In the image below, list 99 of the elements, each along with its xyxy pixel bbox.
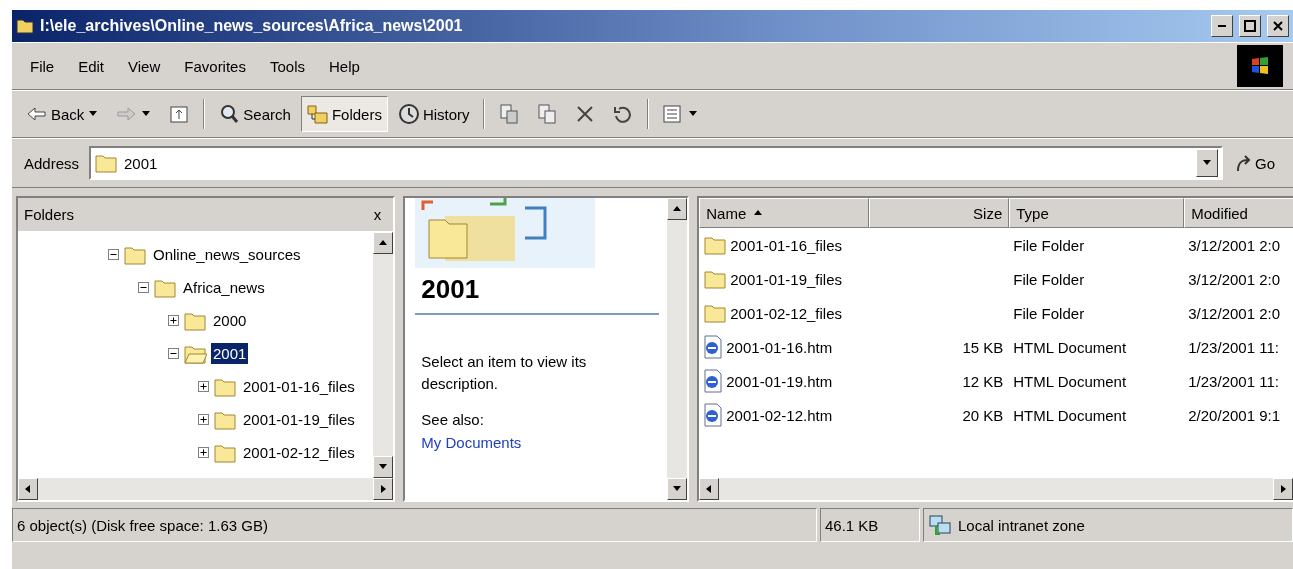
toolbar-button[interactable]: Folders bbox=[300, 96, 388, 132]
network-zone-icon bbox=[928, 513, 952, 537]
modified-cell-text: 3/12/2001 2:0 bbox=[1187, 269, 1282, 290]
tree-item[interactable]: Online_news_sources bbox=[151, 244, 303, 265]
address-label: Address bbox=[23, 154, 81, 172]
see-also-label: See also: bbox=[420, 409, 485, 428]
collapse-icon[interactable] bbox=[138, 282, 149, 293]
size-total: 46.1 KB bbox=[825, 516, 879, 534]
scroll-button[interactable] bbox=[1273, 478, 1293, 500]
tree-item[interactable]: 2001-02-12_files bbox=[241, 442, 357, 463]
folder-icon bbox=[703, 268, 728, 290]
file-name-cell[interactable]: 2001-01-16_files bbox=[699, 228, 870, 262]
copy-to-icon bbox=[535, 103, 558, 125]
column-header[interactable]: Name bbox=[699, 198, 870, 228]
folder-icon bbox=[703, 234, 728, 256]
type-cell-text: HTML Document bbox=[1012, 371, 1128, 392]
size-cell-text: 20 KB bbox=[961, 405, 1005, 426]
size-cell-text: 12 KB bbox=[961, 371, 1005, 392]
type-cell-text: HTML Document bbox=[1012, 405, 1128, 426]
toolbar-button[interactable]: Search bbox=[212, 96, 297, 132]
status-text: 6 object(s) (Disk free space: 1.63 GB) bbox=[17, 516, 268, 534]
maximize-button[interactable] bbox=[1239, 15, 1261, 37]
scroll-button[interactable] bbox=[667, 198, 688, 220]
menu-item[interactable]: Help bbox=[319, 55, 370, 77]
web-document-icon bbox=[703, 369, 724, 393]
file-name-cell[interactable]: 2001-01-19.htm bbox=[699, 364, 870, 398]
size-cell-text: 15 KB bbox=[961, 337, 1005, 358]
menu-item[interactable]: Tools bbox=[259, 55, 315, 77]
toolbar-button[interactable]: Back bbox=[20, 96, 106, 132]
folder-window-icon bbox=[16, 17, 34, 35]
go-arrow-icon bbox=[1235, 153, 1253, 173]
clock-icon bbox=[397, 103, 420, 125]
menu-item[interactable]: Favorites bbox=[174, 55, 256, 77]
scroll-button[interactable] bbox=[373, 456, 394, 478]
folder-icon bbox=[703, 302, 728, 324]
menu-item[interactable]: File bbox=[20, 55, 65, 77]
expand-icon[interactable] bbox=[198, 381, 209, 392]
modified-cell-text: 3/12/2001 2:0 bbox=[1187, 235, 1282, 256]
web-document-icon bbox=[703, 403, 724, 427]
go-button[interactable]: Go bbox=[1227, 153, 1283, 173]
pane-close-button[interactable]: x bbox=[373, 206, 382, 223]
minimize-icon bbox=[1218, 25, 1226, 27]
scroll-button[interactable] bbox=[699, 478, 720, 500]
type-cell-text: HTML Document bbox=[1012, 337, 1128, 358]
folder-icon bbox=[94, 152, 119, 174]
views-icon bbox=[661, 103, 684, 125]
scroll-button[interactable] bbox=[373, 478, 394, 500]
move-to-icon bbox=[497, 103, 520, 125]
horizontal-scrollbar[interactable] bbox=[699, 478, 1293, 500]
type-cell-text: File Folder bbox=[1012, 269, 1086, 290]
dropdown-button[interactable] bbox=[1196, 149, 1218, 177]
menu-item[interactable]: View bbox=[118, 55, 171, 77]
tree-item[interactable]: 2001-01-19_files bbox=[241, 409, 357, 430]
collapse-icon[interactable] bbox=[168, 348, 179, 359]
tree-item[interactable]: 2000 bbox=[211, 310, 249, 331]
tree-item[interactable]: Africa_news bbox=[181, 277, 267, 298]
collapse-icon[interactable] bbox=[108, 249, 119, 260]
file-name-cell[interactable]: 2001-01-16.htm bbox=[699, 330, 870, 364]
tree-item[interactable]: 2001 bbox=[211, 343, 249, 364]
folders-icon bbox=[306, 103, 329, 125]
folder-title: 2001 bbox=[415, 268, 660, 315]
my-documents-link[interactable]: My Documents bbox=[415, 427, 660, 451]
column-header[interactable]: Size bbox=[869, 198, 1010, 228]
type-cell-text: File Folder bbox=[1012, 235, 1086, 256]
pane-title: Folders bbox=[24, 206, 75, 223]
search-icon bbox=[218, 103, 241, 125]
scroll-button[interactable] bbox=[18, 478, 38, 500]
scroll-button[interactable] bbox=[373, 232, 394, 254]
modified-cell-text: 3/12/2001 2:0 bbox=[1187, 303, 1282, 324]
expand-icon[interactable] bbox=[198, 414, 209, 425]
vertical-scrollbar[interactable] bbox=[373, 232, 394, 478]
file-name-cell[interactable]: 2001-02-12_files bbox=[699, 296, 870, 330]
address-field[interactable]: 2001 bbox=[89, 146, 1223, 180]
window-title: I:\ele_archives\Online_news_sources\Africa_news\2001 bbox=[40, 17, 464, 35]
close-icon bbox=[1273, 21, 1283, 31]
up-folder-icon bbox=[168, 103, 191, 125]
type-cell-text: File Folder bbox=[1012, 303, 1086, 324]
scroll-button[interactable] bbox=[667, 478, 688, 500]
toolbar-button[interactable]: History bbox=[391, 96, 476, 132]
description-text: Select an item to view its description. bbox=[420, 352, 588, 394]
file-name-cell[interactable]: 2001-01-19_files bbox=[699, 262, 870, 296]
horizontal-scrollbar[interactable] bbox=[18, 478, 394, 500]
menu-item[interactable]: Edit bbox=[68, 55, 115, 77]
modified-cell-text: 1/23/2001 11: bbox=[1187, 337, 1280, 358]
web-document-icon bbox=[703, 335, 724, 359]
vertical-scrollbar[interactable] bbox=[667, 198, 688, 500]
column-header[interactable]: Modified bbox=[1184, 198, 1293, 228]
maximize-icon bbox=[1244, 20, 1256, 32]
tree-item[interactable]: 2001-01-16_files bbox=[241, 376, 357, 397]
windows-flag-icon bbox=[1249, 55, 1271, 77]
expand-icon[interactable] bbox=[198, 447, 209, 458]
minimize-button[interactable] bbox=[1211, 15, 1233, 37]
close-button[interactable] bbox=[1267, 15, 1289, 37]
expand-icon[interactable] bbox=[168, 315, 179, 326]
column-header[interactable]: Type bbox=[1009, 198, 1185, 228]
modified-cell-text: 2/20/2001 9:1 bbox=[1187, 405, 1282, 426]
modified-cell-text: 1/23/2001 11: bbox=[1187, 371, 1280, 392]
zone-text: Local intranet zone bbox=[958, 516, 1085, 534]
file-name-cell[interactable]: 2001-02-12.htm bbox=[699, 398, 870, 432]
